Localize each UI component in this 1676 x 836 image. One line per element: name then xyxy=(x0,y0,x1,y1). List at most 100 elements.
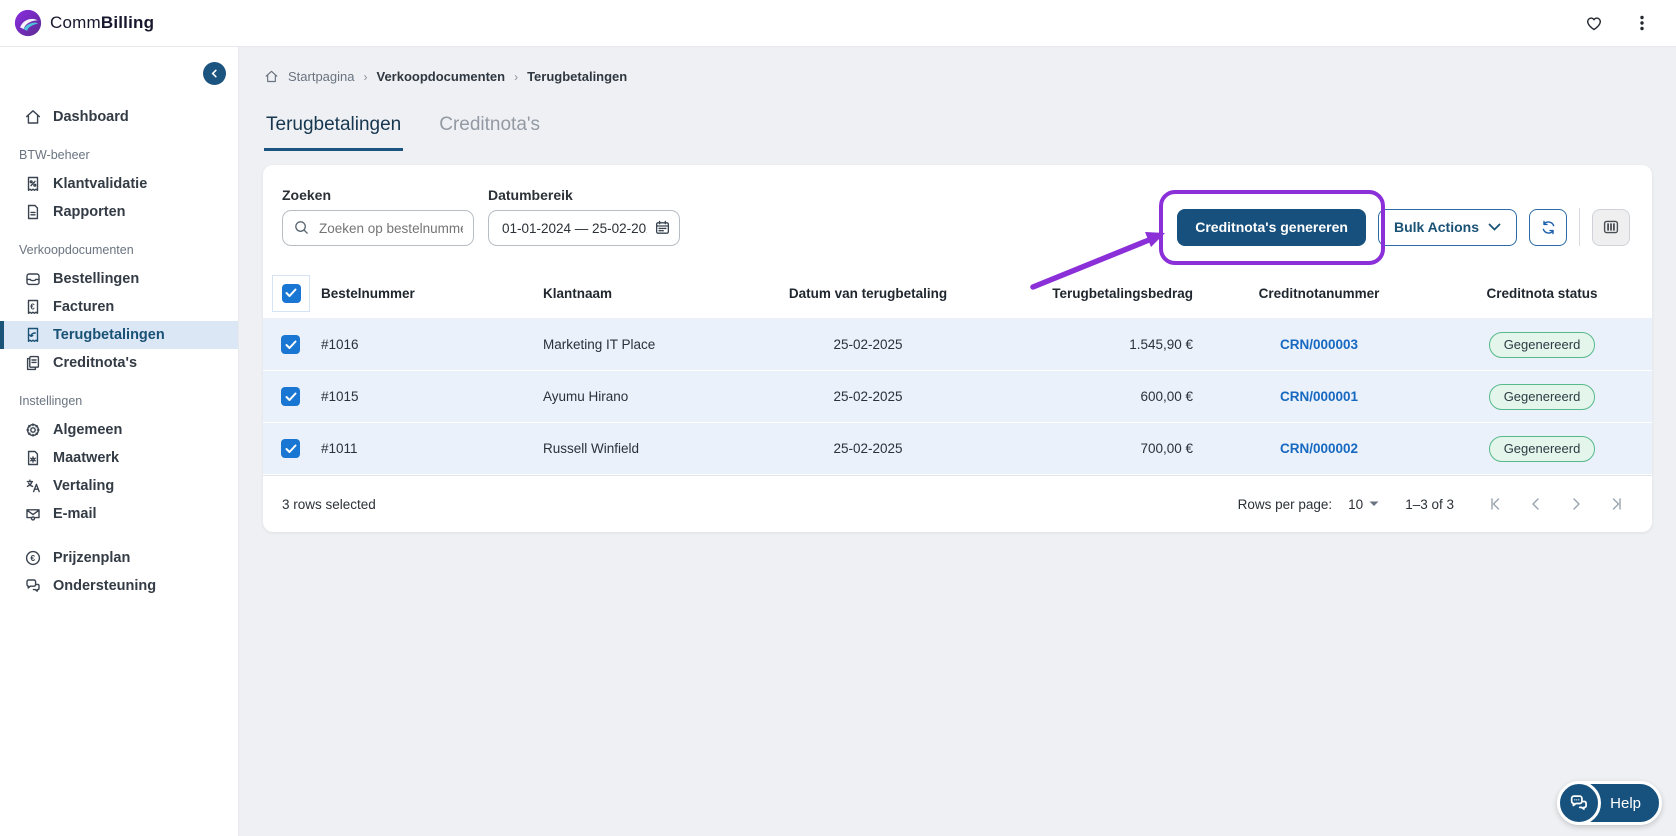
help-chat-icon xyxy=(1557,781,1602,825)
sidebar-item-klantvalidatie[interactable]: Klantvalidatie xyxy=(0,170,238,198)
heart-icon xyxy=(1587,17,1601,31)
sidebar-item-algemeen[interactable]: Algemeen xyxy=(0,416,238,444)
sidebar-item-rapporten[interactable]: Rapporten xyxy=(0,198,238,226)
sidebar-section-btw-beheer: BTW-beheer xyxy=(19,148,90,162)
credit-note-link[interactable]: CRN/000002 xyxy=(1280,441,1358,456)
sidebar-item-maatwerk[interactable]: Maatwerk xyxy=(0,444,238,472)
custom-document-icon xyxy=(23,449,42,467)
cell-refund-amount: 1.545,90 € xyxy=(1129,337,1193,352)
rows-selected-text: 3 rows selected xyxy=(282,496,376,512)
cell-refund-date: 25-02-2025 xyxy=(833,389,903,404)
search-field: Zoeken xyxy=(282,187,474,246)
favorites-button[interactable] xyxy=(1584,13,1604,33)
bulk-actions-button[interactable]: Bulk Actions xyxy=(1377,208,1517,246)
search-input[interactable] xyxy=(282,210,474,246)
tab-creditnotas[interactable]: Creditnota's xyxy=(437,114,542,151)
credit-notes-icon xyxy=(23,354,42,372)
cell-order-number: #1015 xyxy=(321,389,359,404)
last-page-button[interactable] xyxy=(1600,488,1632,520)
brand-logo-icon xyxy=(14,9,42,37)
columns-button[interactable] xyxy=(1592,208,1630,246)
cell-customer: Ayumu Hirano xyxy=(543,389,629,404)
tab-terugbetalingen[interactable]: Terugbetalingen xyxy=(264,114,404,151)
sidebar-collapse-button[interactable] xyxy=(203,62,226,85)
search-icon xyxy=(293,219,310,241)
cell-refund-date: 25-02-2025 xyxy=(833,337,903,352)
sidebar: Dashboard BTW-beheer Klantvalidatie Rapp… xyxy=(0,47,239,836)
brand-logo: CommBilling xyxy=(14,9,154,37)
sidebar-item-vertaling[interactable]: Vertaling xyxy=(0,472,238,500)
table-row[interactable]: #1011 Russell Winfield 25-02-2025 700,00… xyxy=(263,423,1652,475)
column-header-datum[interactable]: Datum van terugbetaling xyxy=(753,286,983,301)
top-header: CommBilling xyxy=(0,0,1676,47)
table-header-row: Bestelnummer Klantnaam Datum van terugbe… xyxy=(263,268,1652,318)
breadcrumb-item-startpagina[interactable]: Startpagina xyxy=(288,69,355,84)
sidebar-item-dashboard[interactable]: Dashboard xyxy=(0,103,238,131)
cell-order-number: #1016 xyxy=(321,337,359,352)
status-badge: Gegenereerd xyxy=(1488,383,1596,410)
columns-icon xyxy=(1603,220,1619,234)
generate-credit-notes-button[interactable]: Creditnota's genereren xyxy=(1177,208,1366,246)
breadcrumb-item-verkoopdocumenten[interactable]: Verkoopdocumenten xyxy=(377,69,506,84)
status-badge: Gegenereerd xyxy=(1488,435,1596,462)
overflow-menu-button[interactable] xyxy=(1634,14,1650,32)
euro-circle-icon: € xyxy=(23,549,42,567)
sidebar-item-bestellingen[interactable]: Bestellingen xyxy=(0,265,238,293)
column-header-bestelnummer[interactable]: Bestelnummer xyxy=(321,286,543,301)
previous-page-button[interactable] xyxy=(1520,488,1552,520)
credit-note-link[interactable]: CRN/000003 xyxy=(1280,337,1358,352)
breadcrumb-separator: › xyxy=(514,69,519,84)
chevron-down-icon xyxy=(1369,501,1379,506)
rows-per-page-select[interactable]: 10 xyxy=(1348,497,1379,512)
svg-text:€: € xyxy=(30,302,35,311)
chevron-down-icon xyxy=(1488,223,1501,231)
column-header-status[interactable]: Creditnota status xyxy=(1432,286,1652,301)
receipt-percent-icon xyxy=(23,175,42,193)
refresh-button[interactable] xyxy=(1529,208,1567,246)
cell-customer: Marketing IT Place xyxy=(543,337,656,352)
column-header-bedrag[interactable]: Terugbetalingsbedrag xyxy=(983,286,1206,301)
breadcrumb-home-icon[interactable] xyxy=(264,69,279,84)
breadcrumb: Startpagina › Verkoopdocumenten › Terugb… xyxy=(264,69,1676,84)
orders-inbox-icon xyxy=(23,270,42,288)
table-row[interactable]: #1016 Marketing IT Place 25-02-2025 1.54… xyxy=(263,319,1652,371)
sidebar-item-terugbetalingen[interactable]: Terugbetalingen xyxy=(0,321,238,349)
date-range-field: Datumbereik xyxy=(488,187,680,246)
row-checkbox[interactable] xyxy=(281,439,300,458)
cell-refund-date: 25-02-2025 xyxy=(833,441,903,456)
refunds-card: Zoeken Datumbereik xyxy=(263,165,1652,532)
svg-text:€: € xyxy=(30,553,35,563)
search-label: Zoeken xyxy=(282,187,332,203)
row-checkbox[interactable] xyxy=(281,335,300,354)
cell-customer: Russell Winfield xyxy=(543,441,640,456)
sidebar-item-email[interactable]: E-mail xyxy=(0,500,238,528)
next-page-button[interactable] xyxy=(1560,488,1592,520)
first-page-button[interactable] xyxy=(1480,488,1512,520)
sidebar-section-verkoopdocumenten: Verkoopdocumenten xyxy=(19,243,134,257)
pagination-range-text: 1–3 of 3 xyxy=(1405,496,1454,512)
select-all-checkbox[interactable] xyxy=(281,283,301,303)
brand-name: CommBilling xyxy=(50,13,155,32)
help-button[interactable]: Help xyxy=(1557,781,1662,825)
refunds-table: Bestelnummer Klantnaam Datum van terugbe… xyxy=(263,268,1652,532)
cell-refund-amount: 700,00 € xyxy=(1140,441,1193,456)
credit-note-link[interactable]: CRN/000001 xyxy=(1280,389,1358,404)
sidebar-item-ondersteuning[interactable]: Ondersteuning xyxy=(0,572,238,600)
refresh-icon xyxy=(1542,220,1554,234)
tab-bar: Terugbetalingen Creditnota's xyxy=(264,114,1676,151)
table-row[interactable]: #1015 Ayumu Hirano 25-02-2025 600,00 € C… xyxy=(263,371,1652,423)
gear-icon xyxy=(23,421,42,439)
cell-order-number: #1011 xyxy=(321,441,358,456)
cell-refund-amount: 600,00 € xyxy=(1140,389,1193,404)
column-header-creditnotanummer[interactable]: Creditnotanummer xyxy=(1206,286,1432,301)
row-checkbox[interactable] xyxy=(281,387,300,406)
calendar-icon xyxy=(654,219,671,241)
toolbar-divider xyxy=(1579,208,1580,246)
column-header-klantnaam[interactable]: Klantnaam xyxy=(543,286,753,301)
annotation-highlight: Creditnota's genereren xyxy=(1030,189,1385,290)
sidebar-item-creditnotas[interactable]: Creditnota's xyxy=(0,349,238,377)
sidebar-item-prijzenplan[interactable]: € Prijzenplan xyxy=(0,544,238,572)
invoice-euro-icon: € xyxy=(23,298,42,316)
date-range-input[interactable] xyxy=(488,210,680,246)
sidebar-item-facturen[interactable]: € Facturen xyxy=(0,293,238,321)
